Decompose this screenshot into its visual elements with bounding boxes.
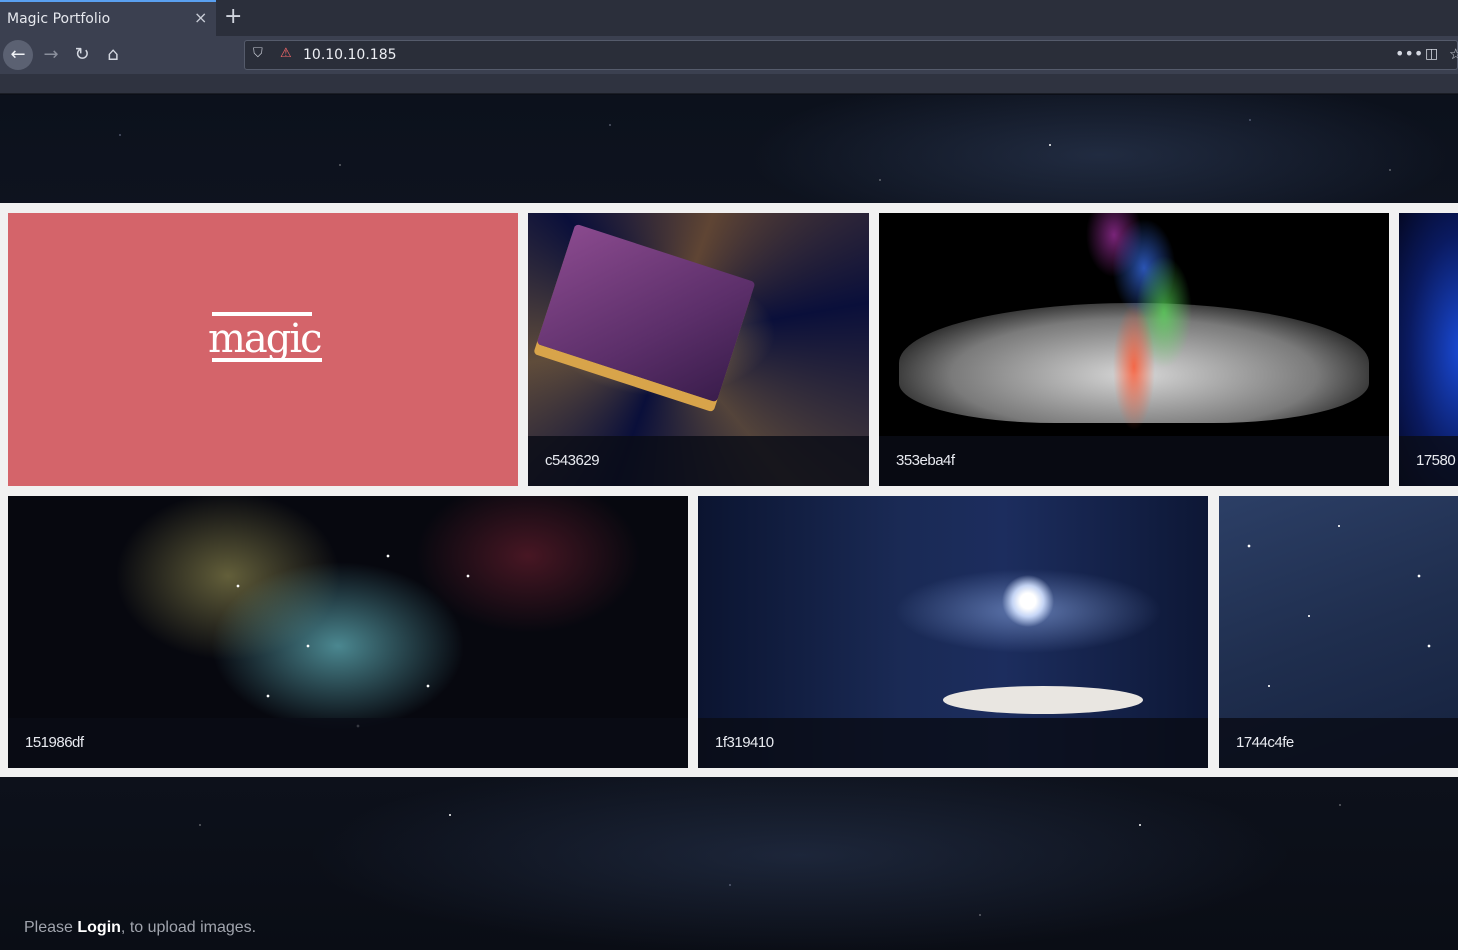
url-text[interactable]: 10.10.10.185 (303, 47, 397, 63)
insecure-lock-icon[interactable]: ⚠ (280, 46, 292, 61)
back-icon[interactable]: ← (3, 40, 33, 70)
image-name: 353eba4f (896, 452, 955, 469)
tab-title: Magic Portfolio (7, 11, 111, 27)
gallery-tile[interactable]: 1f319410 (698, 496, 1208, 768)
smoke-image (1054, 213, 1254, 433)
forward-icon[interactable]: → (36, 40, 66, 70)
reload-icon[interactable]: ↻ (67, 40, 97, 70)
login-prompt-prefix: Please (24, 919, 78, 936)
login-prompt: Please Login, to upload images. (24, 919, 256, 937)
gallery-tile[interactable]: c543629 (528, 213, 869, 486)
logo-tile[interactable]: magic (8, 213, 518, 486)
browser-nav-bar: ← → ↻ ⌂ ⛉ ⚠ 10.10.10.185 ••• ◫ ☆ (0, 36, 1458, 74)
gallery-tile[interactable]: 1744c4fe (1219, 496, 1458, 768)
image-name: 17580 (1416, 452, 1456, 469)
image-name: 151986df (25, 734, 84, 751)
address-bar[interactable]: ⛉ ⚠ 10.10.10.185 ••• ◫ ☆ (244, 40, 1458, 70)
image-gallery: magic c543629 353eba4f 17580 151986df 1f… (0, 203, 1458, 777)
glitch-bar (212, 358, 322, 362)
tile-caption: 151986df (8, 718, 688, 768)
glitch-bar (212, 312, 312, 316)
tile-caption: 353eba4f (879, 436, 1389, 486)
home-icon[interactable]: ⌂ (98, 40, 128, 70)
book-image (536, 223, 756, 403)
page-background: magic c543629 353eba4f 17580 151986df 1f… (0, 95, 1458, 950)
gallery-tile[interactable]: 17580 (1399, 213, 1458, 486)
tile-caption: 17580 (1399, 436, 1458, 486)
toolbar-spacer (0, 74, 1458, 94)
tile-caption: 1f319410 (698, 718, 1208, 768)
more-icon[interactable]: ••• (1395, 44, 1423, 63)
tile-caption: 1744c4fe (1219, 718, 1458, 768)
magic-logo: magic (208, 308, 338, 378)
pocket-icon[interactable]: ◫ (1425, 46, 1438, 62)
shield-icon[interactable]: ⛉ (253, 46, 263, 61)
new-tab-icon[interactable]: + (224, 4, 242, 30)
image-name: c543629 (545, 452, 600, 469)
close-icon[interactable]: × (194, 9, 207, 27)
image-name: 1744c4fe (1236, 734, 1294, 751)
gallery-tile[interactable]: 353eba4f (879, 213, 1389, 486)
image-name: 1f319410 (715, 734, 774, 751)
logo-text: magic (208, 316, 323, 362)
gallery-tile[interactable]: 151986df (8, 496, 688, 768)
tile-caption: c543629 (528, 436, 869, 486)
login-prompt-suffix: , to upload images. (120, 919, 257, 936)
login-link[interactable]: Login (77, 919, 121, 936)
browser-tab[interactable]: Magic Portfolio × (0, 0, 216, 36)
hand-image (943, 686, 1143, 714)
browser-tab-bar: Magic Portfolio × + (0, 0, 1458, 36)
star-icon[interactable]: ☆ (1449, 45, 1458, 63)
